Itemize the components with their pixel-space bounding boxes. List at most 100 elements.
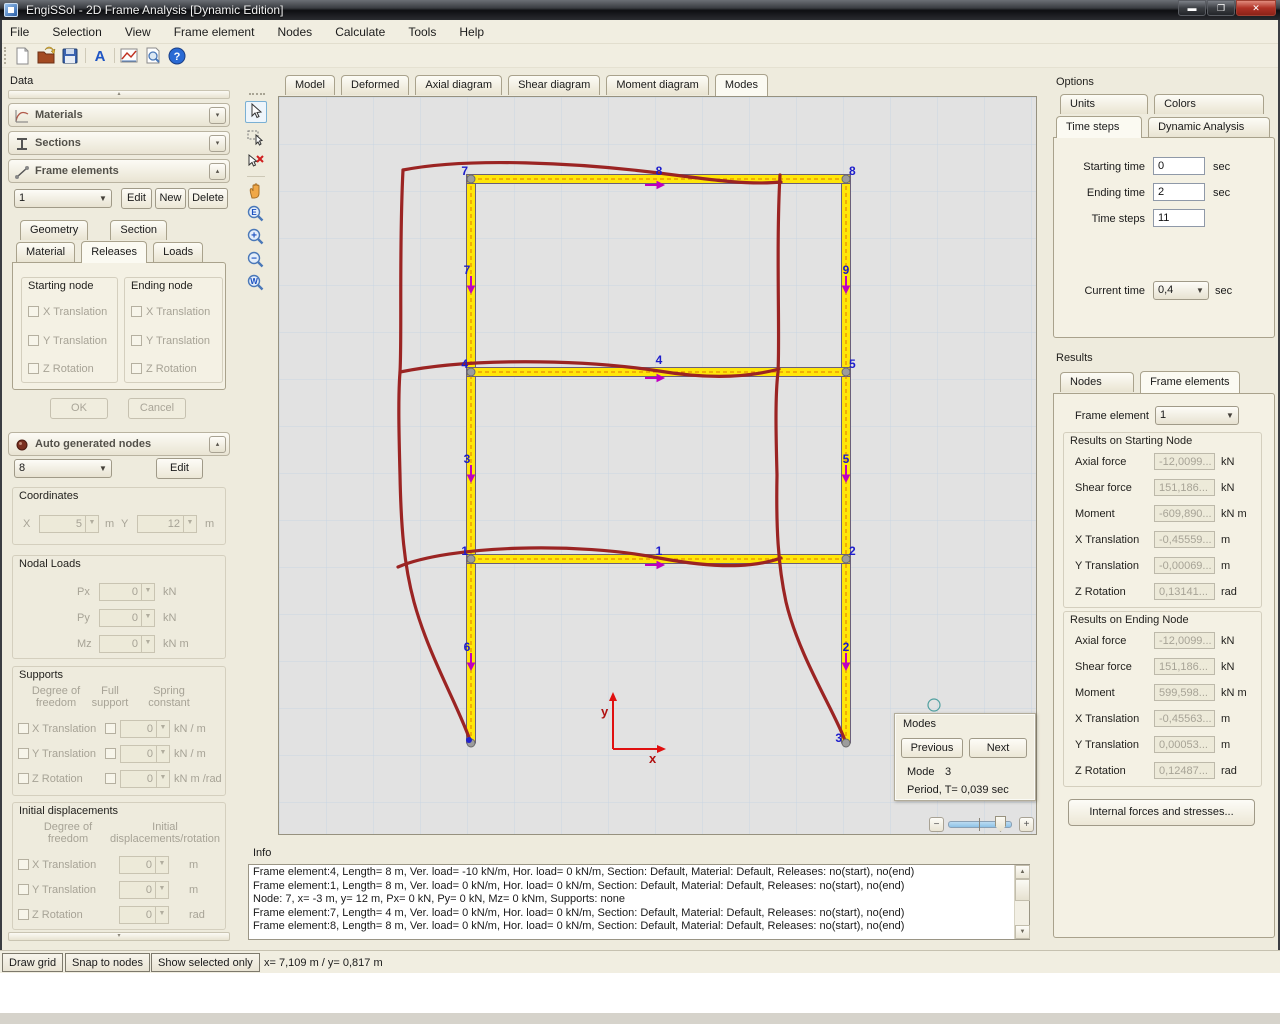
snap-to-nodes-toggle[interactable]: Snap to nodes	[65, 953, 150, 972]
minimize-button[interactable]: ▬	[1178, 0, 1206, 16]
chart-icon[interactable]	[119, 46, 139, 66]
result-frame-element-select[interactable]: 1 ▼	[1155, 406, 1239, 425]
scrollbar-thumb[interactable]	[1015, 879, 1030, 901]
tab-material[interactable]: Material	[16, 242, 75, 262]
materials-expand-button[interactable]: ▾	[209, 107, 226, 124]
deselect-tool-icon[interactable]	[245, 151, 267, 173]
select-tool-icon[interactable]	[245, 101, 267, 123]
panel-scroll-strip[interactable]: ▾	[8, 932, 230, 941]
save-file-icon[interactable]	[60, 46, 80, 66]
node-label: 4	[461, 357, 468, 371]
zoom-in-button[interactable]: +	[1019, 817, 1034, 832]
current-time-select[interactable]: 0,4 ▼	[1153, 281, 1209, 300]
coordinate-y-label: Y	[121, 518, 128, 530]
initial-col-init: Initial displacements/rotation	[109, 821, 221, 845]
auto-nodes-section-header[interactable]: Auto generated nodes ▴	[8, 432, 230, 456]
menu-calculate[interactable]: Calculate	[325, 20, 395, 43]
ending-time-input[interactable]: 2	[1153, 183, 1205, 201]
zoom-out-button[interactable]: −	[929, 817, 944, 832]
tab-colors[interactable]: Colors	[1154, 94, 1264, 114]
previous-mode-button[interactable]: Previous	[901, 738, 963, 758]
node-label: 2	[849, 544, 856, 558]
menu-file[interactable]: File	[0, 20, 39, 43]
frame-element-select[interactable]: 1 ▼	[14, 189, 112, 208]
supports-col-dof: Degree of freedom	[25, 685, 87, 709]
scroll-up-icon[interactable]: ▲	[1015, 865, 1030, 879]
zoom-slider-thumb[interactable]	[995, 816, 1006, 832]
draw-grid-toggle[interactable]: Draw grid	[2, 953, 63, 972]
box-select-tool-icon[interactable]	[245, 126, 267, 148]
tab-model[interactable]: Model	[285, 75, 335, 95]
menu-selection[interactable]: Selection	[42, 20, 111, 43]
menu-frame-element[interactable]: Frame element	[164, 20, 265, 43]
auto-nodes-collapse-button[interactable]: ▴	[209, 436, 226, 453]
tab-modes[interactable]: Modes	[715, 74, 768, 96]
current-time-label: Current time	[1078, 285, 1145, 297]
modes-popup: Modes Previous Next Mode 3 Period, T= 0,…	[894, 713, 1036, 801]
tab-releases[interactable]: Releases	[81, 241, 147, 263]
frame-elements-section-header[interactable]: Frame elements ▴	[8, 159, 230, 183]
zoom-window-icon[interactable]: W	[245, 272, 267, 294]
tab-frame-elements-results[interactable]: Frame elements	[1140, 371, 1239, 393]
edit-node-button[interactable]: Edit	[156, 458, 203, 479]
result-label: Moment	[1075, 687, 1115, 699]
menu-view[interactable]: View	[115, 20, 161, 43]
font-icon[interactable]: A	[90, 46, 110, 66]
tab-shear-diagram[interactable]: Shear diagram	[508, 75, 600, 95]
open-file-icon[interactable]	[36, 46, 56, 66]
new-document-icon[interactable]	[12, 46, 32, 66]
next-mode-button[interactable]: Next	[969, 738, 1027, 758]
help-icon[interactable]: ?	[167, 46, 187, 66]
cursor-coordinates: x= 7,109 m / y= 0,817 m	[264, 957, 383, 969]
coordinate-y-unit: m	[205, 518, 214, 530]
current-time-unit: sec	[1215, 285, 1232, 297]
pan-tool-icon[interactable]	[245, 180, 267, 202]
new-frame-element-button[interactable]: New	[155, 188, 186, 209]
tab-moment-diagram[interactable]: Moment diagram	[606, 75, 709, 95]
show-selected-only-toggle[interactable]: Show selected only	[151, 953, 260, 972]
end-x-translation-checkbox	[131, 306, 142, 317]
result-row-axial-start: Axial force -12,0099... kN	[1075, 453, 1265, 473]
delete-frame-element-button[interactable]: Delete	[188, 188, 228, 209]
data-panel-title: Data	[10, 75, 33, 87]
tab-dynamic-analysis[interactable]: Dynamic Analysis	[1148, 117, 1270, 137]
tab-axial-diagram[interactable]: Axial diagram	[415, 75, 502, 95]
panel-collapse-strip[interactable]: ▴	[8, 90, 230, 99]
zoom-extents-icon[interactable]: E	[245, 203, 267, 225]
zoom-in-icon[interactable]: +	[245, 226, 267, 248]
close-button[interactable]: ✕	[1236, 0, 1276, 16]
menu-help[interactable]: Help	[449, 20, 494, 43]
edit-frame-element-button[interactable]: Edit	[121, 188, 152, 209]
support-z-full-checkbox	[105, 773, 116, 784]
print-preview-icon[interactable]	[143, 46, 163, 66]
time-steps-input[interactable]: 11	[1153, 209, 1205, 227]
restore-button[interactable]: ❐	[1207, 0, 1235, 16]
scroll-down-icon[interactable]: ▼	[1015, 925, 1030, 939]
model-canvas[interactable]: 7 8 8 7 9 4 4 5 3 5 1 1 2 6 2 3	[278, 96, 1037, 835]
tab-loads[interactable]: Loads	[153, 242, 203, 262]
menu-nodes[interactable]: Nodes	[267, 20, 322, 43]
internal-forces-button[interactable]: Internal forces and stresses...	[1068, 799, 1255, 826]
support-z-spring-value: 0	[147, 773, 153, 785]
tab-nodes-results[interactable]: Nodes	[1060, 372, 1134, 392]
tab-time-steps[interactable]: Time steps	[1056, 116, 1142, 138]
menu-tools[interactable]: Tools	[398, 20, 446, 43]
info-scrollbar[interactable]: ▲ ▼	[1014, 865, 1029, 939]
frame-element-select-value: 1	[19, 192, 25, 204]
frame-elements-collapse-button[interactable]: ▴	[209, 163, 226, 180]
chevron-down-icon: ▼	[1223, 408, 1237, 423]
tab-geometry[interactable]: Geometry	[20, 220, 88, 240]
supports-col-spring: Spring constant	[139, 685, 199, 709]
tab-section[interactable]: Section	[110, 220, 167, 240]
tab-deformed[interactable]: Deformed	[341, 75, 409, 95]
starting-time-input[interactable]: 0	[1153, 157, 1205, 175]
zoom-out-icon[interactable]: −	[245, 249, 267, 271]
initial-x-input: 0▼	[119, 856, 169, 874]
sections-section-header[interactable]: Sections ▾	[8, 131, 230, 155]
sections-expand-button[interactable]: ▾	[209, 135, 226, 152]
auto-node-select[interactable]: 8 ▼	[14, 459, 112, 478]
tab-units[interactable]: Units	[1060, 94, 1148, 114]
initial-z-input: 0▼	[119, 906, 169, 924]
materials-section-header[interactable]: Materials ▾	[8, 103, 230, 127]
nodal-loads-group: Nodal Loads Px 0▼ kN Py 0▼ kN Mz 0▼ kN m	[12, 555, 226, 659]
